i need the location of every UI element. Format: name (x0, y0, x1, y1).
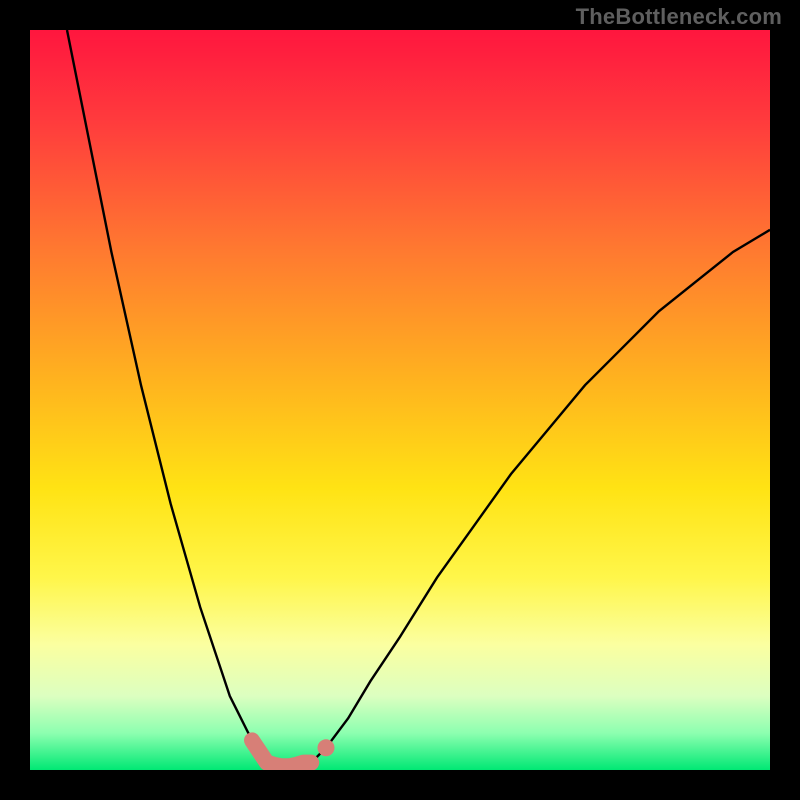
gradient-background (30, 30, 770, 770)
chart-container: TheBottleneck.com (0, 0, 800, 800)
highlight-dot (318, 739, 335, 756)
watermark-text: TheBottleneck.com (576, 4, 782, 30)
bottleneck-chart (30, 30, 770, 770)
